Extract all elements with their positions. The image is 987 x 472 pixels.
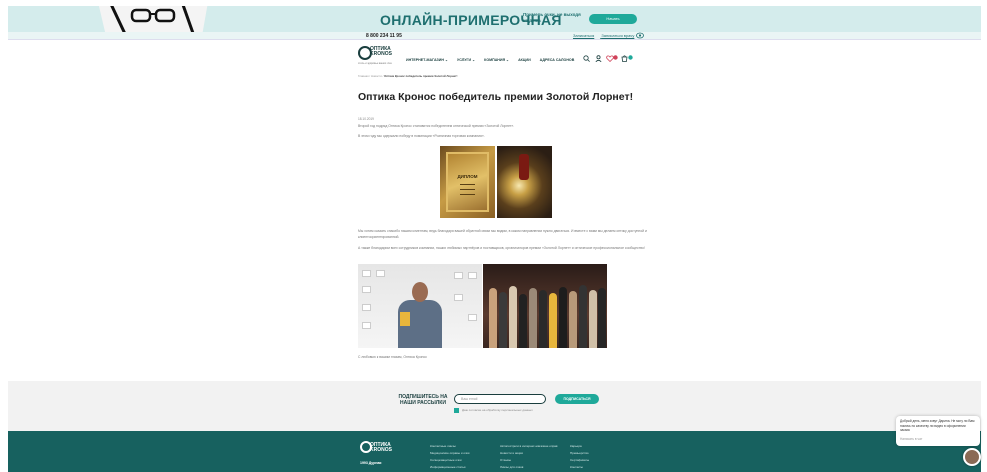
footer-link[interactable]: Контакты (570, 464, 589, 471)
consent-checkbox[interactable] (454, 408, 459, 413)
footer-link[interactable]: Премьерство (570, 450, 589, 457)
header-icons (583, 55, 641, 63)
cart-count-badge (628, 55, 633, 60)
footer-link[interactable]: Новости и акции (500, 450, 558, 457)
favorites-count-badge (613, 55, 618, 60)
footer-link[interactable]: Медицинские оправы и очки (430, 450, 469, 457)
chat-reply-link[interactable]: Написать в чат (900, 437, 976, 442)
site-footer: ОПТИКА KRONOS 1993 Дурная Контактные лин… (8, 431, 981, 472)
breadcrumb-path[interactable]: Главная / Новости / (358, 74, 383, 78)
award-bottle (519, 154, 529, 180)
article-title: Оптика Кронос победитель премии Золотой … (358, 91, 634, 103)
banner-start-button[interactable]: Начать (589, 14, 637, 24)
top-links: Записаться Записаться врачу (573, 33, 640, 38)
glasses-illustration (98, 6, 208, 32)
top-link-doctor[interactable]: Записаться врачу (601, 33, 634, 38)
article-paragraph-1: Второй год подряд Оптика Кронос становит… (358, 124, 515, 128)
chat-popup[interactable]: Добрый день, меня зовут Дарина. Не могу … (896, 416, 980, 446)
site-logo[interactable]: ОПТИКА KRONOS стиль и здоровье ваших гла… (358, 44, 398, 66)
phone-number[interactable]: 8 800 234 11 95 (366, 33, 402, 39)
footer-link[interactable]: Линзы для очков (500, 464, 558, 471)
footer-link[interactable]: Сертификаты (570, 457, 589, 464)
article-paragraph-2: В этом году мы одержали победу в номинац… (358, 134, 485, 138)
main-nav: ИНТЕРНЕТ-МАГАЗИН ⌄ УСЛУГИ ⌄ КОМПАНИЯ ⌄ А… (406, 58, 582, 62)
consent-label: Даю согласие на обработку персональных д… (462, 408, 533, 412)
subscribe-email-input[interactable]: Ваш email (454, 394, 546, 404)
footer-column-1: Контактные линзы Медицинские оправы и оч… (430, 443, 469, 471)
nav-item-shop[interactable]: ИНТЕРНЕТ-МАГАЗИН ⌄ (406, 58, 448, 62)
nav-item-company[interactable]: КОМПАНИЯ ⌄ (484, 58, 509, 62)
article-paragraph-4: А также благодарим всех сотрудников комп… (358, 246, 645, 250)
footer-link[interactable]: Контактные линзы (430, 443, 469, 450)
footer-link[interactable]: Отзывы (500, 457, 558, 464)
footer-column-2: Автопостреги в интернет-магазине оправ Н… (500, 443, 558, 471)
cart-icon[interactable] (621, 55, 628, 62)
footer-logo[interactable]: ОПТИКА KRONOS (360, 441, 400, 457)
breadcrumb-current: Оптика Кронос победитель премии Золотой … (384, 74, 458, 78)
logo-tagline: стиль и здоровье ваших глаз (358, 62, 392, 65)
footer-link[interactable]: Солнцезащитные очки (430, 457, 469, 464)
top-bar: 8 800 234 11 95 Записаться Записаться вр… (8, 32, 981, 40)
award-ceremony-photo (358, 264, 482, 348)
subscribe-section: ПОДПИШИТЕСЬ НА НАШИ РАССЫЛКИ Ваш email П… (8, 381, 981, 431)
diploma-photo: ДИПЛОМ (440, 146, 495, 218)
promo-banner[interactable]: ОНЛАЙН-ПРИМЕРОЧНАЯ Примерь очки, не выхо… (8, 6, 981, 32)
footer-column-3: Карьера Премьерство Сертификаты Контакты (570, 443, 589, 471)
diploma-heading: ДИПЛОМ (457, 174, 478, 179)
chat-avatar-button[interactable] (963, 448, 981, 466)
subscribe-button[interactable]: ПОДПИСАТЬСЯ (555, 394, 599, 404)
subscribe-title: ПОДПИШИТЕСЬ НА НАШИ РАССЫЛКИ (398, 394, 448, 406)
top-link-appointment[interactable]: Записаться (573, 33, 594, 38)
award-photo (497, 146, 552, 218)
banner-subtitle: Примерь очки, не выходя из дома (523, 12, 581, 23)
footer-year: 1993 Дурная (360, 461, 382, 465)
nav-item-services[interactable]: УСЛУГИ ⌄ (457, 58, 475, 62)
nav-item-promotions[interactable]: АКЦИИ (518, 58, 531, 62)
nav-item-addresses[interactable]: АДРЕСА САЛОНОВ (540, 58, 575, 62)
footer-link[interactable]: Автопостреги в интернет-магазине оправ (500, 443, 558, 450)
footer-link[interactable]: Карьера (570, 443, 589, 450)
search-icon[interactable] (583, 55, 590, 62)
breadcrumb: Главная / Новости / Оптика Кронос победи… (358, 74, 457, 78)
man-with-diploma (394, 282, 446, 348)
article-date: 18.10.2019 (358, 117, 374, 121)
article-paragraph-3: Мы хотим сказать спасибо нашим клиентам,… (358, 229, 647, 239)
article-caption: С любовью к вашим глазам, Оптика Кронос (358, 355, 427, 359)
footer-logo-line2: KRONOS (370, 447, 392, 453)
eye-icon[interactable] (636, 32, 644, 39)
logo-line2: KRONOS (370, 51, 392, 57)
team-group-photo (483, 264, 607, 348)
footer-link[interactable]: Информационные статьи (430, 464, 469, 471)
user-icon[interactable] (595, 55, 602, 62)
site-header: ОПТИКА KRONOS стиль и здоровье ваших гла… (358, 44, 638, 68)
chat-message: Добрый день, меня зовут Дарина. Не могу … (900, 419, 975, 432)
